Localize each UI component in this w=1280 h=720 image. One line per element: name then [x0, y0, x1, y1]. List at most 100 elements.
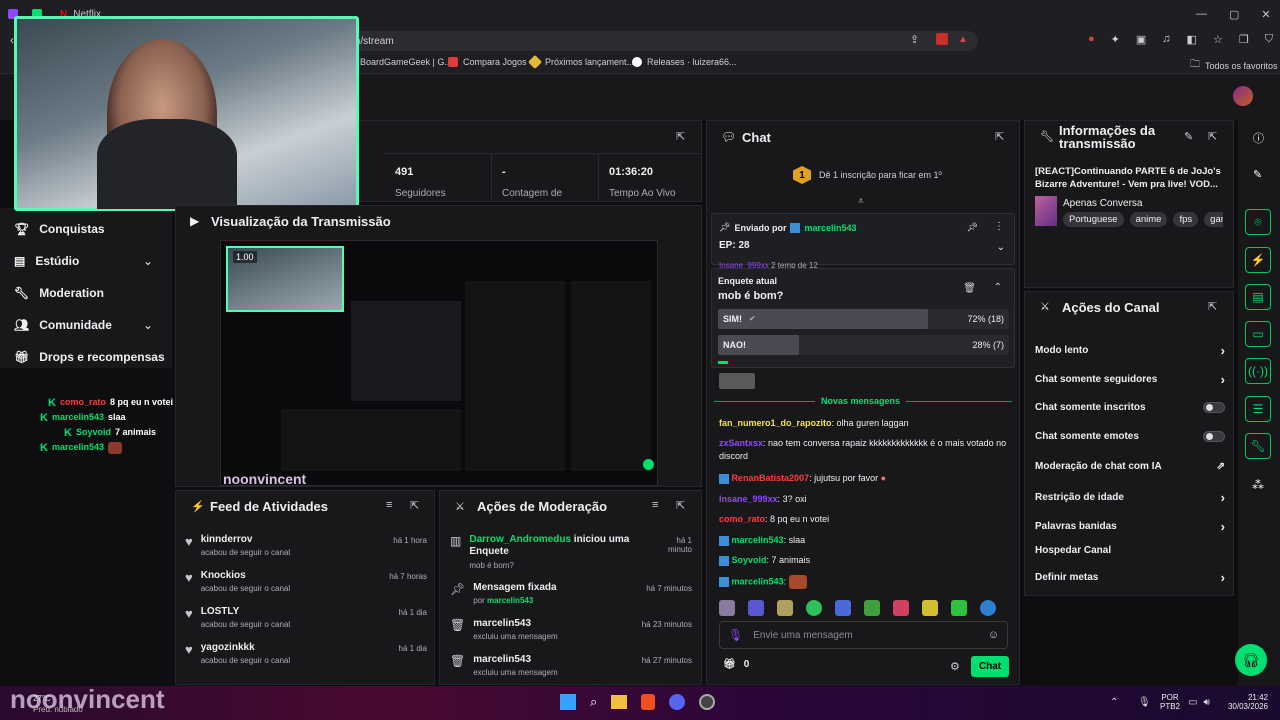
popout-icon[interactable]: ⇱	[1208, 130, 1217, 143]
chat-user[interactable]: Soyvoid	[732, 555, 767, 565]
file-explorer-icon[interactable]	[611, 695, 628, 709]
discord-icon[interactable]	[669, 694, 686, 710]
bookmark-boardgamegeek[interactable]: BoardGameGeek | G...	[345, 57, 452, 67]
rail-layout-button[interactable]: ☰	[1245, 396, 1271, 422]
rail-camera-button[interactable]: ⌾	[1245, 209, 1271, 235]
tag[interactable]: fps	[1173, 212, 1199, 227]
chat-user[interactable]: fan_numero1_do_rapozito	[719, 418, 832, 428]
tag[interactable]: anime	[1129, 212, 1168, 227]
record-icon[interactable]: ●	[1088, 33, 1095, 46]
chat-user[interactable]: Insane_999xx	[719, 494, 778, 504]
rail-wrench-button[interactable]: 🔧︎	[1245, 433, 1271, 459]
chevron-down-icon[interactable]: ⌄	[143, 318, 153, 332]
channel-points[interactable]: 🎁︎ 0	[723, 659, 749, 670]
keyboard-layout[interactable]: POR PTB2	[1160, 693, 1180, 711]
sidebar-icon[interactable]: ◧	[1187, 33, 1197, 46]
rail-chat-button[interactable]: ▭	[1245, 321, 1271, 347]
clock[interactable]: 21:42 30/03/2026	[1226, 693, 1268, 711]
action-followers-only[interactable]: Chat somente seguidores ›	[1035, 372, 1225, 387]
tag[interactable]: Portuguese	[1063, 212, 1124, 227]
collections-icon[interactable]: ❐	[1239, 33, 1249, 46]
follower-name[interactable]: Knockios	[201, 570, 290, 581]
action-banned-words[interactable]: Palavras banidas ›	[1035, 519, 1225, 534]
chat-user[interactable]: marcelin543	[732, 576, 784, 586]
chat-user[interactable]: como_rato	[719, 514, 765, 524]
chat-user[interactable]: zxSantxsx	[719, 438, 763, 448]
trash-icon[interactable]: 🗑︎	[963, 283, 976, 294]
bookmark-compara-jogos[interactable]: Compara Jogos	[448, 57, 527, 67]
avatar[interactable]	[1233, 86, 1253, 106]
popout-icon[interactable]: ⇱	[410, 499, 419, 512]
extension-icon[interactable]	[936, 33, 948, 45]
poll-option-sim[interactable]: SIM! ✔ 72% (18)	[718, 309, 1009, 329]
emote[interactable]	[893, 600, 909, 616]
rail-broadcast-button[interactable]: ((·))	[1245, 358, 1271, 384]
emote[interactable]	[835, 600, 851, 616]
puzzle-icon[interactable]: ✦	[1111, 33, 1120, 46]
chevron-up-icon[interactable]: ⌃	[1110, 697, 1118, 708]
system-tray[interactable]: ▭ 🔊︎	[1188, 697, 1210, 708]
action-ai-moderation[interactable]: Moderação de chat com IA ⇗	[1035, 461, 1225, 472]
share-icon[interactable]: ⇪	[910, 33, 919, 46]
action-set-goals[interactable]: Definir metas ›	[1035, 570, 1225, 585]
popout-icon[interactable]: ⇱	[995, 130, 1004, 143]
share-nodes-icon[interactable]: ⁂	[1252, 478, 1264, 492]
emotes-only-toggle[interactable]	[1203, 431, 1225, 442]
sidebar-item-moderation[interactable]: 🔧︎ Moderation	[14, 286, 104, 300]
emote[interactable]	[719, 600, 735, 616]
music-icon[interactable]: ♫	[1162, 33, 1170, 46]
popout-icon[interactable]: ⇱	[676, 130, 685, 143]
sidebar-item-conquistas[interactable]: 🏆︎ Conquistas	[14, 222, 105, 236]
weather-temp[interactable]: 27°C	[33, 694, 51, 703]
stream-preview[interactable]: 1.00 noonvincent	[220, 240, 658, 487]
follower-name[interactable]: yagozinkkk	[201, 642, 290, 653]
sub-banner-text[interactable]: Dê 1 inscrição para ficar em 1º	[819, 170, 942, 180]
emote[interactable]	[951, 600, 967, 616]
popout-icon[interactable]: ⇱	[676, 499, 685, 512]
follower-name[interactable]: LOSTLY	[201, 606, 290, 617]
chevron-down-icon[interactable]: ⌄	[997, 242, 1005, 253]
rail-doc-button[interactable]: ▤	[1245, 284, 1271, 310]
emote[interactable]	[748, 600, 764, 616]
filter-icon[interactable]: ≡	[652, 499, 658, 511]
minimize-icon[interactable]: —	[1196, 8, 1207, 20]
send-chat-button[interactable]: Chat	[971, 656, 1009, 677]
address-bar[interactable]: m/stream	[330, 31, 978, 51]
mod-user[interactable]: marcelin543	[473, 654, 557, 665]
category-name[interactable]: Apenas Conversa	[1063, 198, 1143, 209]
sidebar-item-comunidade[interactable]: 👥︎ Comunidade	[14, 318, 112, 332]
unpin-icon[interactable]: 📌︎	[967, 222, 978, 233]
action-host-channel[interactable]: Hospedar Canal	[1035, 545, 1225, 556]
edit-pencil-icon[interactable]: ✎	[1184, 130, 1193, 143]
sidebar-item-drops[interactable]: 🎁︎ Drops e recompensas	[14, 350, 165, 364]
category-boxart[interactable]	[1035, 196, 1057, 226]
chat-user[interactable]: marcelin543	[732, 535, 784, 545]
close-icon[interactable]: ✕	[1261, 8, 1270, 21]
search-icon[interactable]: ⌕	[590, 694, 597, 710]
bookmark-proximos[interactable]: Próximos lançament...	[527, 54, 634, 70]
chevron-down-icon[interactable]: ⌄	[143, 254, 153, 268]
pinned-user[interactable]: marcelin543	[804, 223, 856, 233]
emote[interactable]	[806, 600, 822, 616]
bookmark-releases[interactable]: Releases · luizera66...	[632, 57, 737, 67]
bookmark-favorites[interactable]: 🗀 Todos os favoritos	[1190, 57, 1278, 74]
chevron-up-icon[interactable]: ⌃	[994, 282, 1002, 293]
action-slow-mode[interactable]: Modo lento ›	[1035, 343, 1225, 358]
emote[interactable]	[922, 600, 938, 616]
screenshot-icon[interactable]: ▣	[1136, 33, 1146, 46]
chevron-down-icon[interactable]: ⩡	[858, 196, 864, 207]
maximize-icon[interactable]: ▢	[1229, 8, 1239, 21]
sidebar-item-estudio[interactable]: ▤ Estúdio	[14, 254, 79, 268]
mod-sub-user[interactable]: marcelin543	[487, 596, 533, 605]
subs-only-toggle[interactable]	[1203, 402, 1225, 413]
windows-start-icon[interactable]	[560, 694, 576, 710]
shield-icon[interactable]: ⛉	[1265, 33, 1273, 46]
info-icon[interactable]: ⓘ	[1253, 130, 1264, 146]
filter-icon[interactable]: ≡	[386, 499, 392, 511]
follower-name[interactable]: kinnderrov	[201, 534, 290, 545]
mod-user[interactable]: Darrow_Andromedus	[469, 534, 571, 545]
emote[interactable]	[864, 600, 880, 616]
mod-user[interactable]: marcelin543	[473, 618, 557, 629]
help-headset-icon[interactable]: 🎧︎	[1235, 644, 1267, 676]
rail-bolt-button[interactable]: ⚡	[1245, 247, 1271, 273]
